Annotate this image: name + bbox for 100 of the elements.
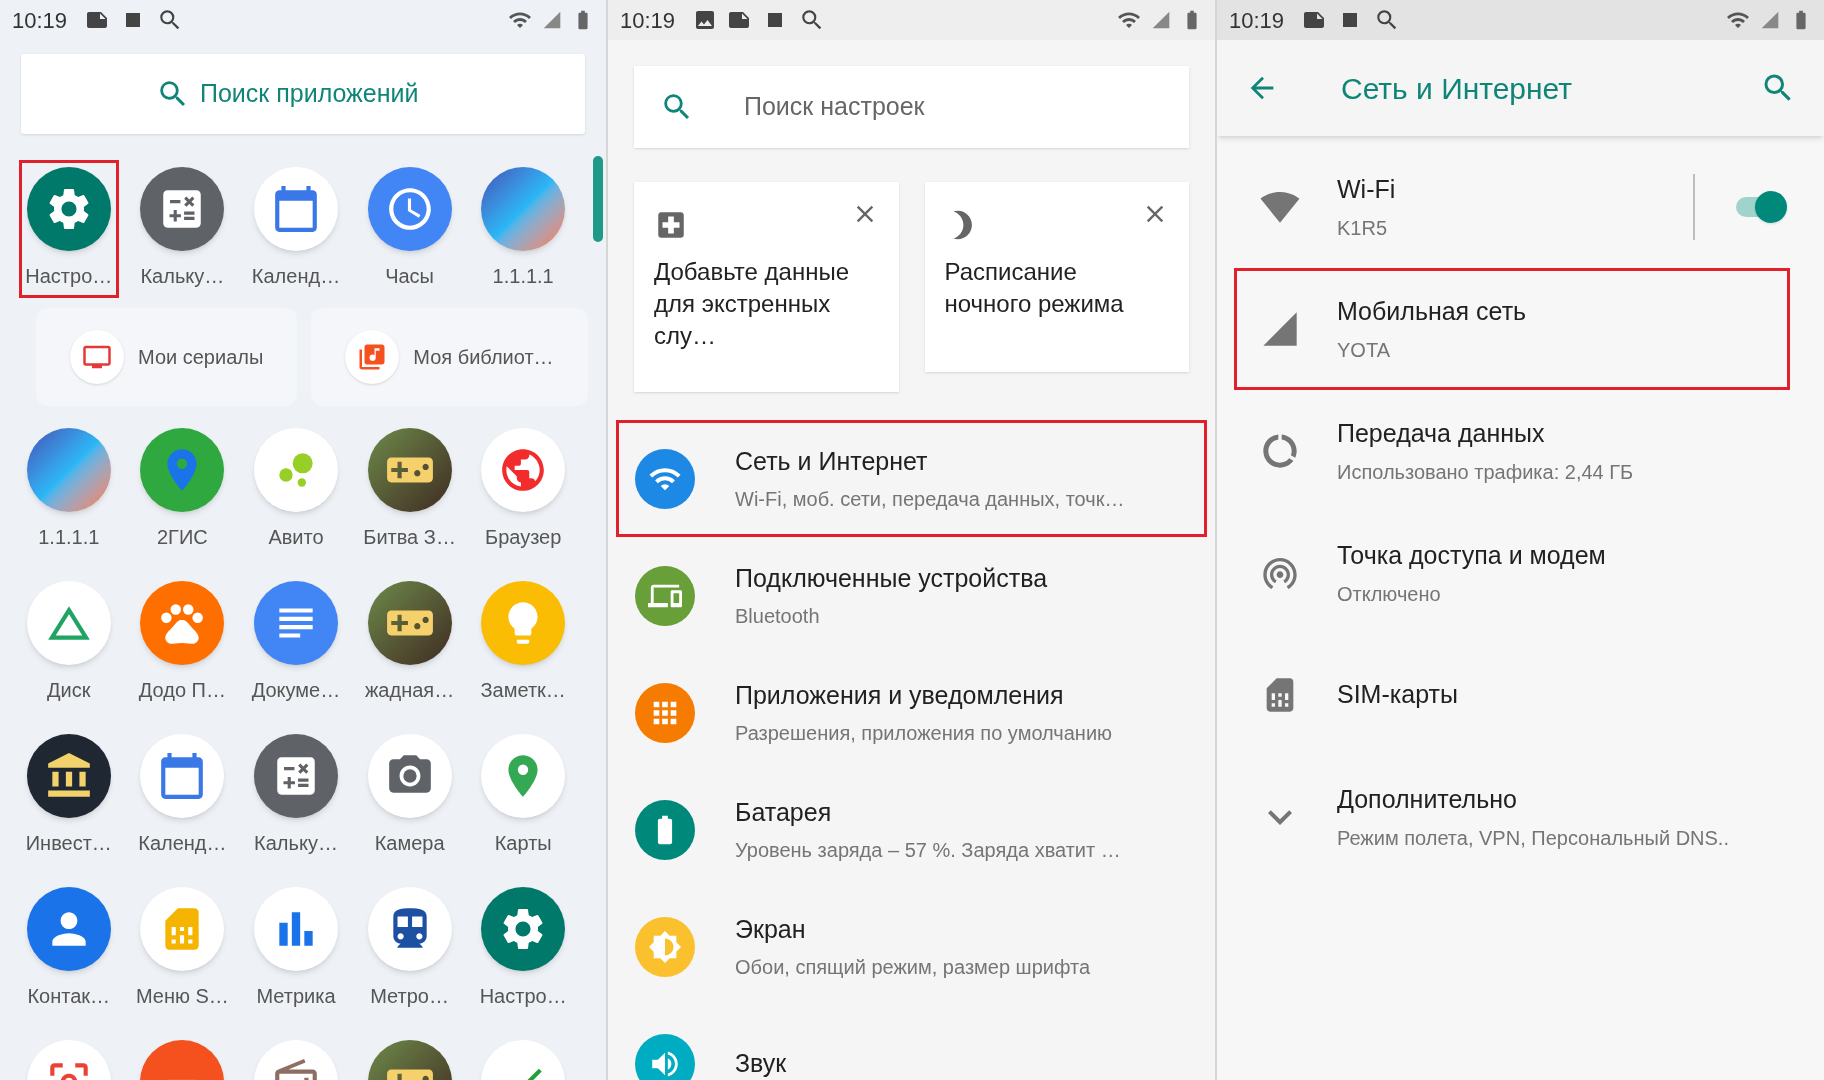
app-label: 1.1.1.1 <box>492 264 554 289</box>
app-tile[interactable]: Камера <box>359 727 460 865</box>
app-label: Меню S… <box>135 984 229 1009</box>
app-tile[interactable]: Метрика <box>246 880 346 1018</box>
app-tile[interactable]: Докуме… <box>246 574 346 712</box>
settings-title: Экран <box>735 913 807 945</box>
app-search-input[interactable]: Поиск приложений <box>200 75 450 113</box>
suggested-app-card[interactable]: Моя библиот… <box>311 308 588 406</box>
calculator-icon <box>254 734 338 818</box>
settings-subtitle: Bluetooth <box>735 604 821 630</box>
app-label: Докуме… <box>251 678 341 703</box>
app-tile[interactable]: Браузер <box>473 421 574 559</box>
app-tile[interactable]: Додо П… <box>132 574 233 712</box>
app-tile[interactable]: Настро… <box>18 160 119 298</box>
status-time: 10:19 <box>12 6 68 35</box>
app-tile[interactable]: 2ГИС <box>132 421 233 559</box>
settings-row[interactable]: Батарея Уровень заряда – 57 %. Заряда хватит … <box>616 771 1207 888</box>
app-tile[interactable]: Метро… <box>359 880 460 1018</box>
app-tile[interactable]: Меню S… <box>132 880 233 1018</box>
app-label: Настро… <box>25 264 113 289</box>
suggestion-card[interactable]: Добавьте данные для экстренных слу… <box>634 182 899 392</box>
app-search-bar[interactable]: Поиск приложений <box>21 54 585 134</box>
signal-icon <box>1151 10 1171 30</box>
music-icon <box>345 330 400 384</box>
app-tile[interactable]: 1.1.1.1 <box>473 160 574 298</box>
network-subtitle: YOTA <box>1337 337 1391 363</box>
settings-row[interactable]: Подключенные устройства Bluetooth <box>616 537 1207 654</box>
app-tile[interactable]: Кальку… <box>246 727 346 865</box>
suggested-app-card[interactable]: Мои сериалы <box>36 308 298 406</box>
app-tile[interactable]: Авито <box>246 421 346 559</box>
settings-search-bar[interactable]: Поиск настроек <box>634 66 1189 148</box>
app-label: Календ… <box>138 831 227 856</box>
network-title: Мобильная сеть <box>1337 296 1528 328</box>
scrollbar-thumb[interactable] <box>593 156 603 242</box>
network-row[interactable]: SIM-карты <box>1234 634 1790 756</box>
app-tile[interactable]: 1.1.1.1 <box>18 421 119 559</box>
settings-title: Сеть и Интернет <box>735 445 929 477</box>
network-subtitle: Отключено <box>1337 581 1442 607</box>
app-tile[interactable]: Кальку… <box>132 160 233 298</box>
status-time: 10:19 <box>1229 6 1285 35</box>
settings-row[interactable]: Экран Обои, спящий режим, размер шрифта <box>616 888 1207 1005</box>
app-label: Битва З… <box>363 525 456 550</box>
app-label: Авито <box>268 525 324 550</box>
app-tile[interactable]: Заметк… <box>473 574 574 712</box>
toolbar-title: Сеть и Интернет <box>1341 70 1574 107</box>
settings-title: Батарея <box>735 796 833 828</box>
settings-subtitle: Уровень заряда – 57 %. Заряда хватит … <box>735 838 1121 864</box>
app-label: Диск <box>47 678 91 703</box>
settings-title: Приложения и уведомления <box>735 679 1065 711</box>
app-tile[interactable]: Часы <box>359 160 460 298</box>
chevron-down-icon <box>1268 809 1292 825</box>
settings-subtitle: Wi-Fi, моб. сети, передача данных, точк… <box>735 487 1125 513</box>
app-label: Метро… <box>370 984 449 1009</box>
settings-subtitle: Разрешения, приложения по умолчанию <box>735 721 1113 747</box>
network-title: Передача данных <box>1337 418 1546 450</box>
app-label: жадная… <box>365 678 455 703</box>
tv-icon <box>70 330 124 384</box>
network-subtitle: K1R5 <box>1337 215 1389 241</box>
settings-row[interactable]: Сеть и Интернет Wi-Fi, моб. сети, передача данных, точк… <box>616 420 1207 537</box>
settings-title: Подключенные устройства <box>735 562 1048 594</box>
app-label: Часы <box>385 264 434 289</box>
suggestion-text: Добавьте данные для экстренных слу… <box>654 257 850 351</box>
app-label: Кальку… <box>140 264 225 289</box>
app-tile[interactable]: Диск <box>18 574 119 712</box>
app-tile[interactable]: Инвест… <box>18 727 119 865</box>
app-label: Карты <box>494 831 552 856</box>
app-tile[interactable]: Календ… <box>246 160 346 298</box>
app-label: 1.1.1.1 <box>38 525 100 550</box>
app-tile[interactable]: Карты <box>473 727 574 865</box>
network-row[interactable]: Wi-Fi K1R5 <box>1234 146 1790 268</box>
suggestion-text: Расписание ночного режима <box>944 257 1125 319</box>
app-tile[interactable]: Битва З… <box>359 421 460 559</box>
app-label: Контак… <box>27 984 111 1009</box>
app-label: Метрика <box>256 984 336 1009</box>
suggestion-card[interactable]: Расписание ночного режима <box>924 182 1189 372</box>
app-label: Инвест… <box>25 831 112 856</box>
network-row[interactable]: Дополнительно Режим полета, VPN, Персональный DNS.. <box>1234 756 1790 878</box>
app-tile[interactable]: Календ… <box>132 727 233 865</box>
app-tile[interactable]: Контак… <box>18 880 119 1018</box>
settings-row[interactable]: Приложения и уведомления Разрешения, приложения по умолчанию <box>616 654 1207 771</box>
app-label: Камера <box>374 831 445 856</box>
network-row[interactable]: Мобильная сеть YOTA <box>1234 268 1790 390</box>
app-tile[interactable]: жадная… <box>359 574 460 712</box>
network-title: SIM-карты <box>1337 679 1459 711</box>
app-label: Кальку… <box>254 831 338 856</box>
settings-row[interactable]: Звук <box>616 1005 1207 1080</box>
suggested-app-label: Мои сериалы <box>138 345 264 370</box>
settings-search-input[interactable]: Поиск настроек <box>744 88 1094 126</box>
signal-icon <box>542 10 562 30</box>
app-label: 2ГИС <box>157 525 208 550</box>
network-title: Wi-Fi <box>1337 174 1397 206</box>
network-title: Точка доступа и модем <box>1337 540 1607 572</box>
app-label: Календ… <box>251 264 341 289</box>
network-row[interactable]: Передача данных Использовано трафика: 2,44 ГБ <box>1234 390 1790 512</box>
app-label: Настро… <box>479 984 567 1009</box>
network-row[interactable]: Точка доступа и модем Отключено <box>1234 512 1790 634</box>
status-time: 10:19 <box>620 6 676 35</box>
app-tile[interactable]: Настро… <box>473 880 574 1018</box>
document-lines-icon <box>254 581 338 665</box>
signal-icon <box>1260 309 1300 349</box>
